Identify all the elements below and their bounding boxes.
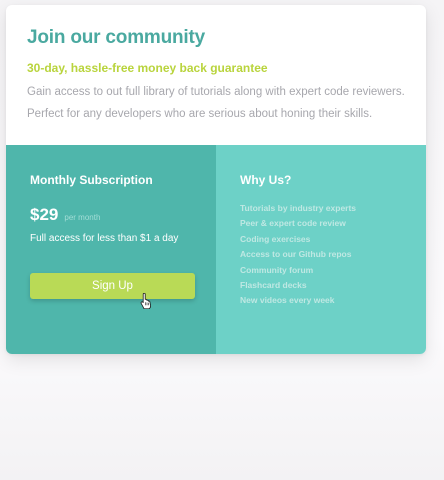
list-item: Coding exercises (240, 233, 311, 244)
guarantee-text: 30-day, hassle-free money back guarantee (27, 61, 268, 75)
card-body: Monthly Subscription $29 per month Full … (6, 145, 426, 354)
list-item: Access to our Github repos (240, 249, 352, 260)
description-text: Gain access to out full library of tutor… (27, 86, 405, 120)
sign-up-button[interactable]: Sign Up (30, 273, 195, 299)
list-item: Community forum (240, 264, 314, 275)
subscription-title: Monthly Subscription (30, 173, 153, 187)
list-item: New videos every week (240, 295, 335, 306)
page-title: Join our community (27, 27, 205, 48)
price-value: $29 (30, 205, 59, 224)
why-us-panel: Why Us? Tutorials by industry experts Pe… (216, 145, 426, 354)
price-note: Full access for less than $1 a day (30, 233, 179, 244)
price-row: $29 per month (30, 205, 192, 225)
subscription-panel: Monthly Subscription $29 per month Full … (6, 145, 216, 354)
list-item: Tutorials by industry experts (240, 203, 357, 213)
list-item: Peer & expert code review (240, 218, 346, 229)
hand-pointer-icon (140, 293, 151, 309)
card-header: Join our community 30-day, hassle-free m… (6, 5, 426, 145)
why-us-list: Tutorials by industry experts Peer & exp… (240, 201, 402, 309)
pricing-card: Join our community 30-day, hassle-free m… (6, 5, 426, 354)
list-item: Flashcard decks (240, 280, 307, 291)
why-us-title: Why Us? (240, 173, 292, 187)
price-period: per month (64, 213, 101, 222)
